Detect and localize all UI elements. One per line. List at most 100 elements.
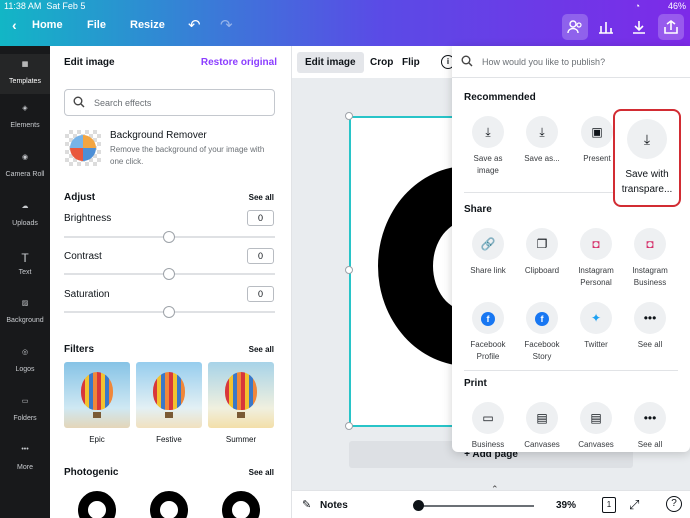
instagram-personal-button[interactable]: ◘ Instagram Personal: [570, 228, 622, 289]
help-icon[interactable]: ?: [666, 496, 682, 512]
rail-elements[interactable]: ◈ Elements: [0, 104, 50, 129]
adjust-title: Adjust: [64, 192, 96, 203]
instagram-icon: ◘: [580, 228, 612, 260]
adjust-see-all[interactable]: See all: [249, 193, 274, 202]
photogenic-thumb[interactable]: [208, 487, 274, 518]
contrast-value[interactable]: 0: [247, 248, 274, 264]
effects-search-input[interactable]: Search effects: [64, 89, 275, 116]
saturation-slider[interactable]: [64, 306, 275, 318]
photogenic-thumb[interactable]: [136, 487, 202, 518]
notes-icon[interactable]: ✎: [302, 498, 311, 511]
home-button[interactable]: Home: [32, 19, 63, 31]
edit-image-button[interactable]: Edit image: [297, 52, 364, 73]
facebook-story-button[interactable]: f Facebook Story: [516, 302, 568, 363]
brightness-slider[interactable]: [64, 231, 275, 243]
insights-icon[interactable]: [593, 14, 619, 40]
saturation-label: Saturation: [64, 289, 110, 300]
print-see-all-button[interactable]: ••• See all: [624, 402, 676, 451]
brightness-label: Brightness: [64, 213, 112, 224]
zoom-slider[interactable]: [414, 505, 534, 507]
download-icon: ⤓: [472, 116, 504, 148]
publish-menu: How would you like to publish? Recommend…: [452, 46, 690, 452]
share-link-button[interactable]: 🔗 Share link: [462, 228, 514, 277]
rail-background[interactable]: ▨ Background: [0, 299, 50, 324]
fullscreen-icon[interactable]: ⤢: [629, 497, 639, 513]
contrast-slider[interactable]: [64, 268, 275, 280]
background-remover-title[interactable]: Background Remover: [110, 130, 207, 141]
background-remover-thumbnail[interactable]: [65, 130, 101, 166]
more-icon: •••: [21, 446, 29, 453]
camera-icon: ◉: [21, 154, 29, 161]
filters-see-all[interactable]: See all: [249, 345, 274, 354]
instagram-business-button[interactable]: ◘ Instagram Business: [624, 228, 676, 289]
background-remover-desc: Remove the background of your image with…: [110, 145, 265, 166]
rail-folders[interactable]: ▭ Folders: [0, 397, 50, 422]
restore-original-button[interactable]: Restore original: [201, 57, 277, 68]
zoom-slider-knob[interactable]: [413, 500, 424, 511]
instagram-icon: ◘: [634, 228, 666, 260]
print-business-button[interactable]: ▭ Business: [462, 402, 514, 451]
rail-logos[interactable]: ◎ Logos: [0, 348, 50, 373]
recommended-title: Recommended: [464, 92, 536, 103]
save-as-button[interactable]: ⤓ Save as...: [516, 116, 568, 165]
more-icon: •••: [634, 302, 666, 334]
rail-uploads[interactable]: ☁ Uploads: [0, 202, 50, 227]
brightness-value[interactable]: 0: [247, 210, 274, 226]
filter-festive[interactable]: [136, 362, 202, 428]
resize-handle[interactable]: [345, 266, 353, 274]
undo-icon[interactable]: ↶: [188, 16, 201, 34]
top-bar: 11:38 AM Sat Feb 5 ◔ 46% ‹ Home File Res…: [0, 0, 690, 46]
rail-camera-roll[interactable]: ◉ Camera Roll: [0, 153, 50, 178]
save-as-image-button[interactable]: ⤓ Save as image: [462, 116, 514, 177]
redo-icon[interactable]: ↷: [220, 16, 233, 34]
zoom-value[interactable]: 39%: [556, 500, 576, 511]
saturation-value[interactable]: 0: [247, 286, 274, 302]
image-toolbar: Edit image Crop Flip i: [292, 46, 455, 78]
twitter-button[interactable]: ✦ Twitter: [570, 302, 622, 351]
download-icon: ⤓: [627, 119, 667, 159]
canvas-image[interactable]: [378, 166, 457, 366]
search-icon: [461, 55, 473, 69]
facebook-profile-button[interactable]: f Facebook Profile: [462, 302, 514, 363]
resize-handle[interactable]: [345, 112, 353, 120]
facebook-icon: f: [472, 302, 504, 334]
share-people-icon[interactable]: [562, 14, 588, 40]
resize-handle[interactable]: [345, 422, 353, 430]
page-count-icon[interactable]: 1: [602, 497, 616, 513]
photogenic-thumb[interactable]: [64, 487, 130, 518]
photogenic-see-all[interactable]: See all: [249, 468, 274, 477]
rail-templates[interactable]: ▦ Templates: [0, 54, 50, 94]
folder-icon: ▭: [21, 398, 29, 405]
design-canvas[interactable]: [349, 116, 459, 427]
status-time: 11:38 AM Sat Feb 5: [4, 1, 86, 11]
divider: [464, 370, 678, 371]
crop-button[interactable]: Crop: [362, 52, 401, 73]
publish-icon[interactable]: [658, 14, 684, 40]
share-see-all-button[interactable]: ••• See all: [624, 302, 676, 351]
publish-search-input[interactable]: How would you like to publish?: [452, 46, 690, 78]
filter-epic[interactable]: [64, 362, 130, 428]
background-icon: ▨: [21, 300, 29, 307]
templates-icon: ▦: [21, 61, 29, 68]
file-menu[interactable]: File: [87, 19, 106, 31]
print-canvases-button[interactable]: ▤ Canvases: [516, 402, 568, 451]
contrast-label: Contrast: [64, 251, 102, 262]
search-icon: [73, 96, 85, 110]
rail-text[interactable]: T Text: [0, 251, 50, 276]
download-icon[interactable]: [626, 14, 652, 40]
resize-button[interactable]: Resize: [130, 19, 165, 31]
filter-summer[interactable]: [208, 362, 274, 428]
clipboard-button[interactable]: ❐ Clipboard: [516, 228, 568, 277]
print-title: Print: [464, 378, 487, 389]
notes-button[interactable]: Notes: [320, 500, 348, 511]
back-icon[interactable]: ‹: [12, 17, 17, 33]
photogenic-title: Photogenic: [64, 467, 119, 478]
print-canvases-button[interactable]: ▤ Canvases: [570, 402, 622, 451]
save-with-transparency-button[interactable]: ⤓ Save with transpare...: [613, 109, 681, 207]
rail-more[interactable]: ••• More: [0, 446, 50, 471]
elements-icon: ◈: [22, 105, 28, 112]
share-title: Share: [464, 204, 492, 215]
canvas-print-icon: ▤: [526, 402, 558, 434]
flip-button[interactable]: Flip: [402, 52, 420, 73]
wifi-icon: ◔: [634, 1, 640, 11]
